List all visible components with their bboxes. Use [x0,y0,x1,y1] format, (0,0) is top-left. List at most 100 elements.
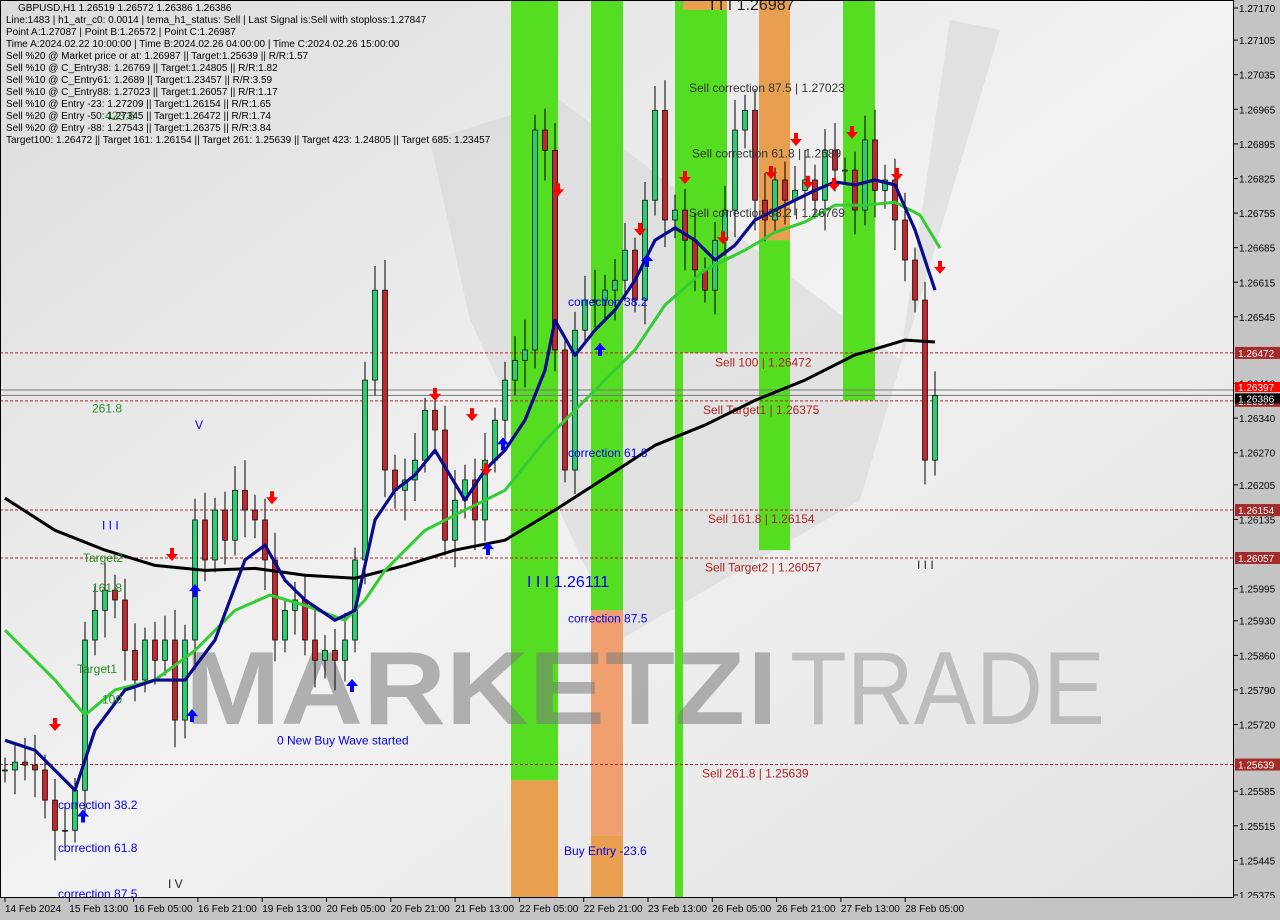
current-price-tag: 1.26397 [1238,383,1275,394]
info-line: Sell %20 @ Market price or at: 1.26987 |… [6,51,309,62]
chart-annotation: 261.8 [92,401,122,415]
bear-candle [242,489,248,511]
chart-annotation: correction 38.2 [568,295,648,309]
bull-candle [452,499,458,541]
bull-candle [522,349,528,361]
price-tag-label: 1.26154 [1238,506,1275,517]
watermark: MARKETZ I TRADE [185,631,1105,747]
chart-annotation: Sell correction 87.5 | 1.27023 [689,81,845,95]
info-line: Sell %10 @ C_Entry38: 1.26769 || Target:… [6,63,278,74]
bull-candle [232,489,238,541]
bull-candle [642,199,648,301]
price-axis[interactable]: 1.27170 1.27105 1.27035 1.26965 1.26895 1.268… [1234,0,1280,898]
zone-orange [511,780,558,898]
bull-candle [842,169,848,172]
bull-candle [732,129,738,211]
price-tick-label: 1.25930 [1239,617,1276,628]
bear-candle [132,650,138,681]
bull-candle [502,379,508,421]
info-line: Time A:2024.02.22 10:00:00 | Time B:2024… [6,39,400,50]
zone-green [675,0,727,353]
bear-candle [52,799,58,831]
time-tick-label: 28 Feb 05:00 [905,904,964,915]
price-tick-label: 1.25445 [1239,856,1276,867]
watermark-part1: MARKETZ [185,631,745,747]
price-tick-label: 1.26135 [1239,515,1276,526]
time-tick-label: 21 Feb 13:00 [455,904,514,915]
info-line: Target100: 1.26472 || Target 161: 1.2615… [6,135,491,146]
time-tick-label: 26 Feb 05:00 [712,904,771,915]
chart-annotation: I I I [102,518,119,532]
bear-candle [382,289,388,471]
chart-annotation: correction 87.5 [568,611,648,625]
chart-annotation: Target1 [77,662,117,676]
chart-annotation: correction 38.2 [58,798,138,812]
time-axis[interactable]: 14 Feb 2024 15 Feb 13:00 16 Feb 05:00 16 Fe… [0,898,1234,920]
price-tick-label: 1.26755 [1239,209,1276,220]
info-line: Sell %10 @ Entry -23: 1.27209 || Target:… [6,99,271,110]
watermark-part2: I [748,631,777,747]
bull-candle [92,610,98,641]
bull-candle [322,650,328,661]
price-tick-label: 1.26615 [1239,278,1276,289]
info-panel: GBPUSD,H1 1.26519 1.26572 1.26386 1.2638… [6,3,490,147]
bear-candle [782,179,788,201]
chart-annotation: 161.8 [92,581,122,595]
bear-candle [22,761,28,766]
bear-candle [312,639,318,661]
bear-candle [442,429,448,541]
info-line: Sell %10 @ C_Entry61: 1.2689 || Target:1… [6,75,273,86]
chart-annotation: V [195,418,203,432]
time-tick-label: 15 Feb 13:00 [69,904,128,915]
bull-candle [512,359,518,381]
info-line: Line:1483 | h1_atr_c0: 0.0014 | tema_h1_… [6,15,427,26]
watermark-part3: TRADE [790,631,1105,747]
price-tick-label: 1.27105 [1239,36,1276,47]
bear-candle [432,409,438,431]
price-tick-label: 1.26685 [1239,244,1276,255]
price-tag-label: 1.26472 [1238,349,1275,360]
target-level-label: Sell 100 | 1.26472 [715,355,812,369]
chart-annotation: 0 New Buy Wave started [277,733,409,747]
bear-candle [202,519,208,561]
bear-candle [562,349,568,471]
bear-candle [912,259,918,301]
bull-candle [372,289,378,381]
info-line: Sell %10 @ C_Entry88: 1.27023 || Target:… [6,87,278,98]
bull-candle [612,279,618,291]
price-tick-label: 1.27035 [1239,71,1276,82]
info-line: Point A:1.27087 | Point B:1.26572 | Poin… [6,27,236,38]
bear-candle [252,509,258,521]
time-tick-label: 22 Feb 05:00 [519,904,578,915]
bull-candle [932,395,938,461]
bear-candle [262,519,268,561]
price-tag-label: 1.25639 [1238,761,1275,772]
price-tick-label: 1.25860 [1239,651,1276,662]
price-tick-label: 1.25995 [1239,585,1276,596]
bear-candle [692,239,698,271]
bear-candle [152,639,158,661]
time-tick-label: 16 Feb 21:00 [198,904,257,915]
bear-candle [222,509,228,541]
time-tick-label: 27 Feb 13:00 [841,904,900,915]
chart-annotation: Target2 [83,551,123,565]
time-tick-label: 19 Feb 13:00 [262,904,321,915]
bear-candle [32,764,38,771]
bull-candle [192,519,198,641]
bull-candle [282,610,288,641]
price-tick-label: 1.26340 [1239,414,1276,425]
bull-candle [672,209,678,221]
price-tick-label: 1.25375 [1239,891,1276,898]
current-price-tag: 1.26386 [1238,394,1275,405]
bull-candle [422,409,428,461]
bear-candle [122,599,128,651]
bull-candle [362,379,368,561]
bull-candle [742,109,748,131]
price-tick-label: 1.26270 [1239,449,1276,460]
chart-annotation: correction 61.8 [568,446,648,460]
time-tick-label: 26 Feb 21:00 [777,904,836,915]
chart-annotation: correction 87.5 [58,887,138,898]
bull-candle [162,639,168,661]
price-tick-label: 1.26825 [1239,174,1276,185]
chart-annotation: I V [168,877,183,891]
